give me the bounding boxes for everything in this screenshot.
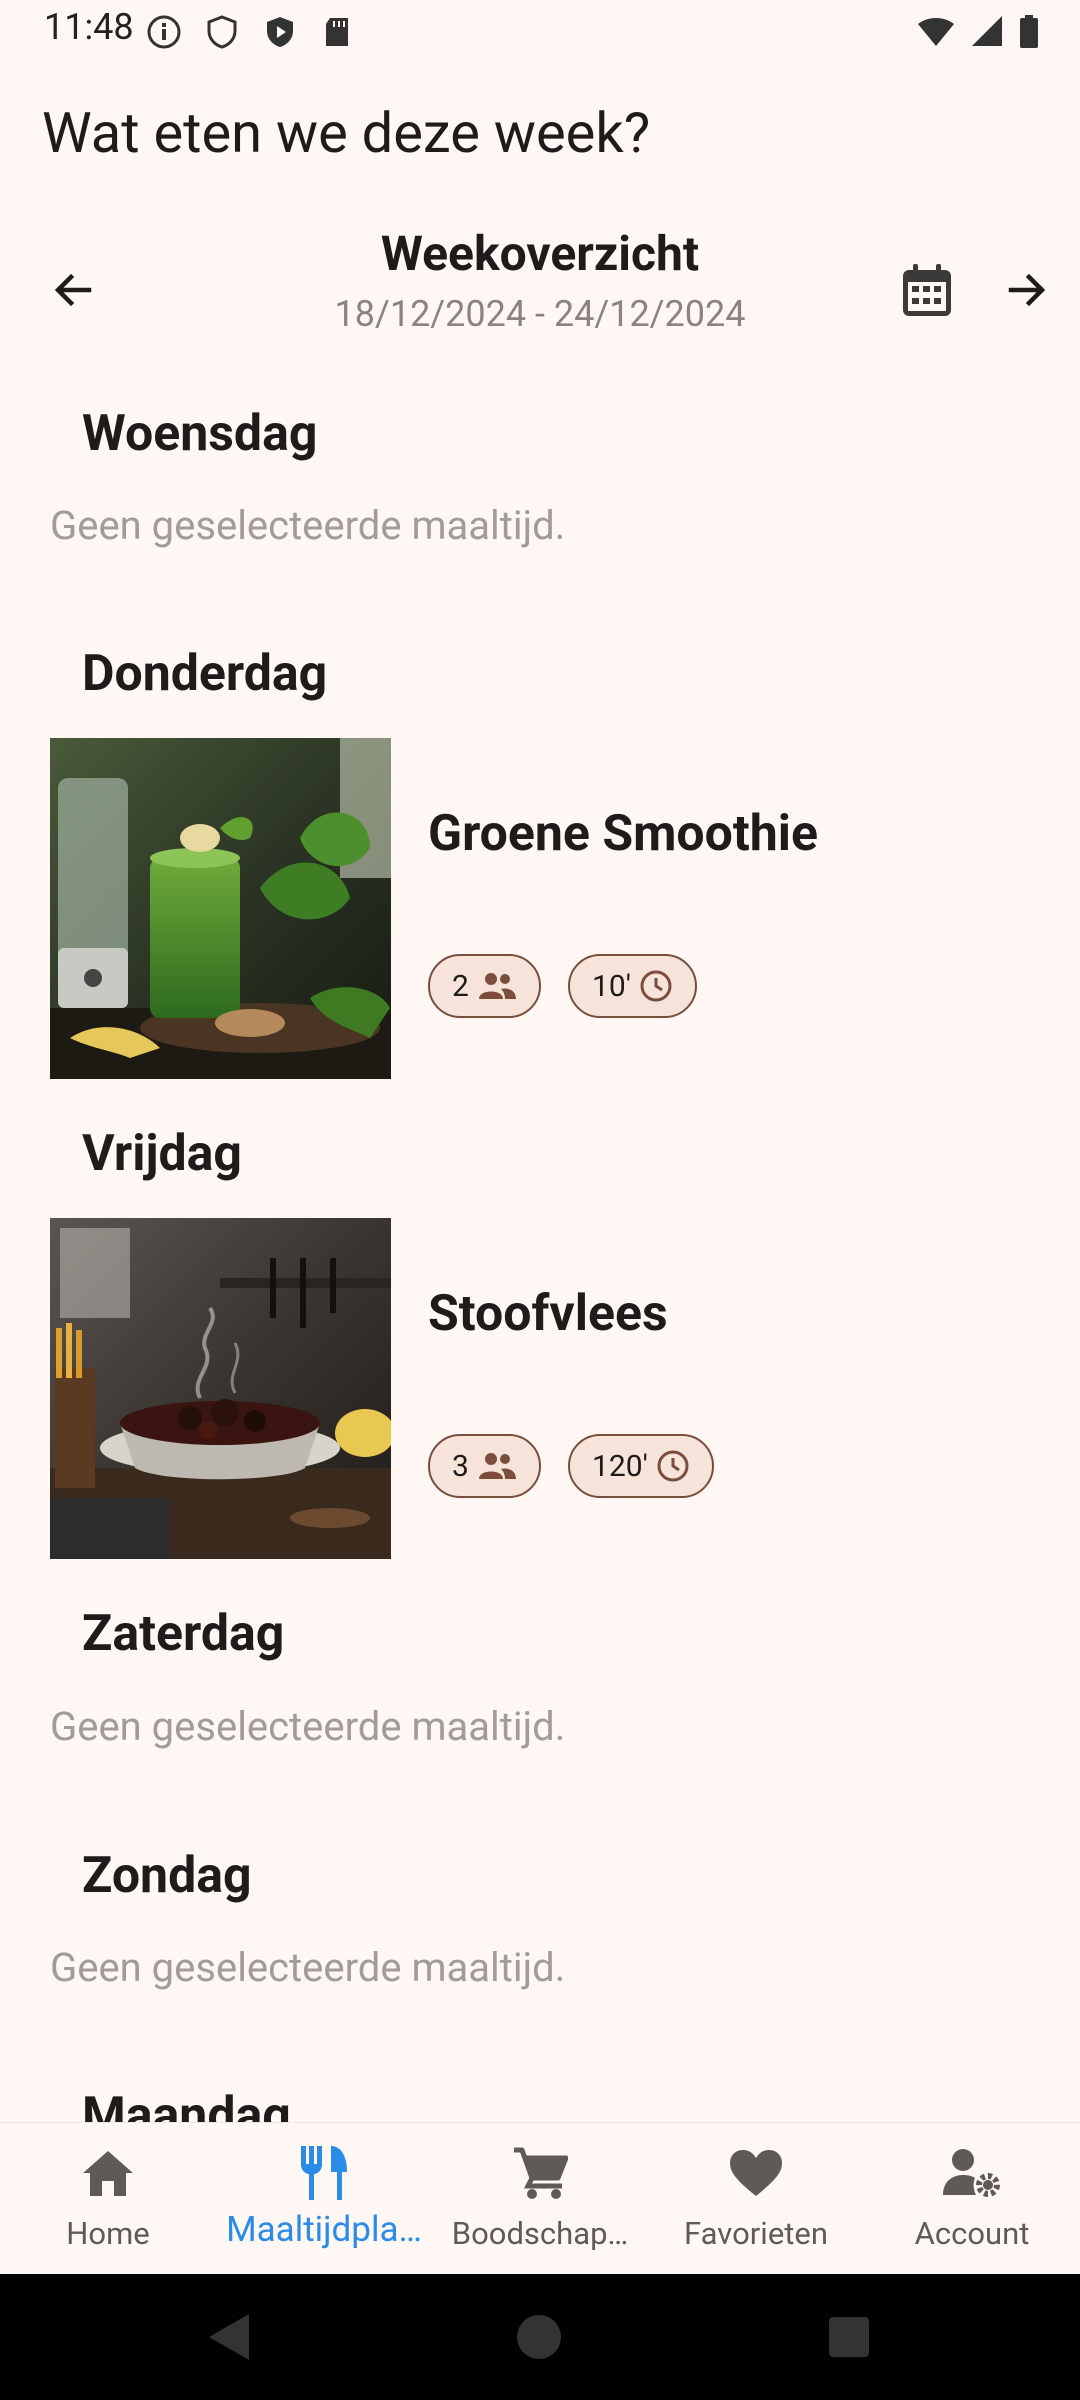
- nav-item-home[interactable]: Home: [0, 2123, 216, 2275]
- persons-chip: 3: [428, 1434, 541, 1498]
- system-navigation-bar: [0, 2274, 1080, 2400]
- calendar-button[interactable]: [892, 255, 962, 325]
- page-title: Wat eten we deze week?: [42, 100, 651, 166]
- nav-item-boodschappen[interactable]: Boodschap…: [432, 2123, 648, 2275]
- utensils-icon: [294, 2143, 354, 2203]
- status-time: 11:48: [44, 6, 134, 48]
- sd-card-icon: [326, 18, 348, 46]
- empty-meal-text: Geen geselecteerde maaltijd.: [50, 1944, 566, 1991]
- persons-count: 3: [452, 1448, 469, 1484]
- recents-icon[interactable]: [826, 2312, 872, 2362]
- persons-count: 2: [452, 968, 469, 1004]
- battery-icon: [1020, 15, 1038, 48]
- clock-icon: [657, 1450, 689, 1482]
- wifi-icon: [918, 18, 954, 46]
- nav-label-favorieten: Favorieten: [684, 2215, 828, 2252]
- meal-name[interactable]: Stoofvlees: [428, 1285, 668, 1343]
- nav-item-account[interactable]: Account: [864, 2123, 1080, 2275]
- time-chip: 120': [568, 1434, 714, 1498]
- prep-time: 10': [592, 968, 631, 1004]
- day-heading-zaterdag: Zaterdag: [82, 1605, 285, 1663]
- day-heading-zondag: Zondag: [82, 1847, 252, 1905]
- meal-image-groene-smoothie[interactable]: [50, 738, 391, 1079]
- home-circle-icon[interactable]: [515, 2312, 563, 2362]
- back-icon[interactable]: [205, 2312, 251, 2362]
- home-icon: [78, 2143, 138, 2203]
- week-header: Weekoverzicht 18/12/2024 - 24/12/2024: [0, 225, 1080, 345]
- empty-meal-text: Geen geselecteerde maaltijd.: [50, 1703, 566, 1750]
- status-icons-right: [916, 14, 1040, 50]
- account-settings-icon: [942, 2143, 1002, 2203]
- nav-label-account: Account: [914, 2215, 1030, 2252]
- heart-icon: [726, 2143, 786, 2203]
- calendar-icon: [903, 264, 951, 316]
- cart-icon: [510, 2143, 570, 2203]
- day-heading-donderdag: Donderdag: [82, 645, 328, 703]
- nav-label-maaltijdplanner: Maaltijdpla…: [226, 2209, 422, 2250]
- nav-label-boodschappen: Boodschap…: [451, 2215, 629, 2252]
- time-chip: 10': [568, 954, 697, 1018]
- meal-name[interactable]: Groene Smoothie: [428, 805, 818, 863]
- nav-label-home: Home: [66, 2215, 150, 2252]
- day-heading-woensdag: Woensdag: [82, 405, 318, 463]
- status-icons-left: [146, 14, 356, 50]
- info-icon: [147, 15, 181, 49]
- next-week-button[interactable]: [992, 255, 1062, 325]
- shield-play-icon: [267, 17, 293, 47]
- persons-chip: 2: [428, 954, 541, 1018]
- clock-icon: [640, 970, 672, 1002]
- nav-item-maaltijdplanner[interactable]: Maaltijdpla…: [216, 2123, 432, 2275]
- bottom-navigation: Home Maaltijdpla… Boodschap… Favorieten …: [0, 2122, 1080, 2275]
- day-heading-vrijdag: Vrijdag: [82, 1125, 242, 1183]
- arrow-right-icon: [1008, 273, 1046, 307]
- cell-signal-icon: [972, 16, 1002, 46]
- shield-outline-icon: [207, 15, 237, 49]
- empty-meal-text: Geen geselecteerde maaltijd.: [50, 502, 566, 549]
- status-bar: 11:48: [0, 0, 1080, 64]
- people-icon: [478, 973, 516, 999]
- people-icon: [478, 1453, 516, 1479]
- meal-image-stoofvlees[interactable]: [50, 1218, 391, 1559]
- nav-item-favorieten[interactable]: Favorieten: [648, 2123, 864, 2275]
- prep-time: 120': [592, 1448, 648, 1484]
